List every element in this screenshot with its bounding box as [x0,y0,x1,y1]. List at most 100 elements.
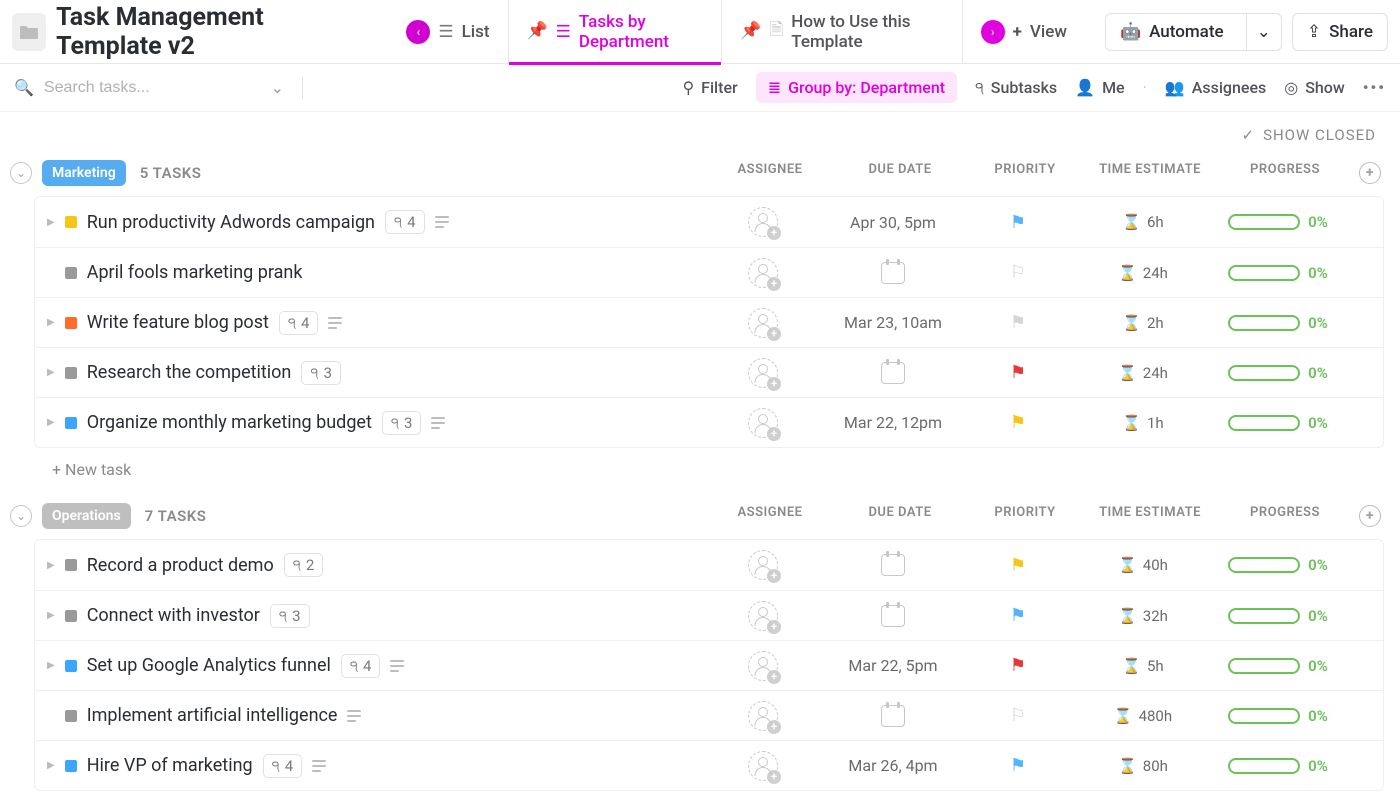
priority-cell[interactable]: ⚑ [963,362,1073,383]
due-date-cell[interactable] [823,362,963,384]
description-icon[interactable] [431,417,445,429]
page-title[interactable]: Task Management Template v2 [56,3,372,61]
time-estimate-cell[interactable]: ⌛6h [1073,213,1213,231]
priority-cell[interactable]: ⚑ [963,212,1073,233]
me-button[interactable]: 👤 Me [1075,78,1124,97]
time-estimate-cell[interactable]: ⌛24h [1073,264,1213,282]
progress-cell[interactable]: 0% [1213,757,1343,775]
progress-cell[interactable]: 0% [1213,707,1343,725]
status-square[interactable] [65,417,77,429]
task-row[interactable]: ▶ Research the competition ੧ 3 + ⚑ ⌛24h … [35,347,1383,397]
due-date-cell[interactable]: Mar 26, 4pm [823,756,963,775]
nav-next-icon[interactable]: › [981,20,1005,44]
task-row[interactable]: ▶ Write feature blog post ੧ 4 + Mar 23, … [35,297,1383,347]
priority-cell[interactable]: ⚐ [963,262,1073,283]
progress-cell[interactable]: 0% [1213,556,1343,574]
priority-cell[interactable]: ⚑ [963,555,1073,576]
status-square[interactable] [65,760,77,772]
col-time-estimate[interactable]: TIME ESTIMATE [1080,162,1220,184]
task-name[interactable]: Hire VP of marketing [87,755,253,776]
task-row[interactable]: ▶ Connect with investor ੧ 3 + ⚑ ⌛32h 0% [35,590,1383,640]
assignee-cell[interactable]: + [703,751,823,781]
assignees-button[interactable]: 👥 Assignees [1165,78,1266,97]
time-estimate-cell[interactable]: ⌛1h [1073,414,1213,432]
expand-icon[interactable]: ▶ [47,610,55,621]
group-chip[interactable]: Marketing [42,160,126,186]
subtask-count[interactable]: ੧ 4 [263,754,303,778]
time-estimate-cell[interactable]: ⌛2h [1073,314,1213,332]
status-square[interactable] [65,367,77,379]
subtask-count[interactable]: ੧ 4 [341,654,381,678]
task-row[interactable]: ▶ Hire VP of marketing ੧ 4 + Mar 26, 4pm… [35,740,1383,790]
task-name[interactable]: Research the competition [87,362,292,383]
time-estimate-cell[interactable]: ⌛40h [1073,556,1213,574]
assignee-cell[interactable]: + [703,408,823,438]
tab-add-view[interactable]: › + View [962,0,1085,64]
subtask-count[interactable]: ੧ 3 [270,604,310,628]
col-due-date[interactable]: DUE DATE [830,162,970,184]
automate-dropdown[interactable]: ⌄ [1246,14,1281,50]
expand-icon[interactable]: ▶ [47,660,55,671]
task-name[interactable]: April fools marketing prank [87,262,303,283]
task-name[interactable]: Write feature blog post [87,312,269,333]
show-closed-toggle[interactable]: ✓ SHOW CLOSED [1242,126,1377,144]
priority-cell[interactable]: ⚑ [963,755,1073,776]
description-icon[interactable] [328,317,342,329]
expand-icon[interactable]: ▶ [47,760,55,771]
status-square[interactable] [65,660,77,672]
col-progress[interactable]: PROGRESS [1220,162,1350,184]
task-name[interactable]: Organize monthly marketing budget [87,412,372,433]
due-date-cell[interactable] [823,605,963,627]
progress-cell[interactable]: 0% [1213,213,1343,231]
add-column[interactable]: + [1350,505,1390,527]
task-name[interactable]: Implement artificial intelligence [87,705,338,726]
assignee-cell[interactable]: + [703,258,823,288]
due-date-cell[interactable]: Mar 22, 5pm [823,656,963,675]
search-box[interactable]: 🔍 ⌄ [14,78,284,97]
tab-tasks-by-department[interactable]: 📌 ☰ Tasks by Department [508,0,722,64]
time-estimate-cell[interactable]: ⌛32h [1073,607,1213,625]
assignee-cell[interactable]: + [703,701,823,731]
tab-list[interactable]: ‹ ☰ List [388,0,507,64]
show-button[interactable]: ◎ Show [1284,78,1345,97]
status-square[interactable] [65,559,77,571]
chevron-down-icon[interactable]: ⌄ [271,78,284,97]
time-estimate-cell[interactable]: ⌛24h [1073,364,1213,382]
col-due-date[interactable]: DUE DATE [830,505,970,527]
subtask-count[interactable]: ੧ 3 [382,411,422,435]
description-icon[interactable] [312,760,326,772]
priority-cell[interactable]: ⚑ [963,412,1073,433]
filter-button[interactable]: ⚲ Filter [682,78,737,97]
assignee-cell[interactable]: + [703,308,823,338]
priority-cell[interactable]: ⚑ [963,312,1073,333]
subtask-count[interactable]: ੧ 4 [279,311,319,335]
progress-cell[interactable]: 0% [1213,607,1343,625]
task-row[interactable]: ▶ April fools marketing prank ੧ + ⚐ ⌛24h… [35,247,1383,297]
task-name[interactable]: Connect with investor [87,605,260,626]
share-button[interactable]: ⇪ Share [1292,13,1388,51]
description-icon[interactable] [390,660,404,672]
status-square[interactable] [65,216,77,228]
task-row[interactable]: ▶ Set up Google Analytics funnel ੧ 4 + M… [35,640,1383,690]
tab-how-to-use[interactable]: 📌 🗎 How to Use this Template [721,0,961,64]
time-estimate-cell[interactable]: ⌛5h [1073,657,1213,675]
task-row[interactable]: ▶ Record a product demo ੧ 2 + ⚑ ⌛40h 0% [35,540,1383,590]
priority-cell[interactable]: ⚑ [963,655,1073,676]
status-square[interactable] [65,610,77,622]
col-assignee[interactable]: ASSIGNEE [710,162,830,184]
folder-icon[interactable] [12,13,46,51]
new-task-button[interactable]: + New task [8,448,1392,479]
assignee-cell[interactable]: + [703,550,823,580]
more-menu[interactable]: ••• [1363,78,1386,97]
status-square[interactable] [65,317,77,329]
col-priority[interactable]: PRIORITY [970,162,1080,184]
expand-icon[interactable]: ▶ [47,367,55,378]
progress-cell[interactable]: 0% [1213,364,1343,382]
task-row[interactable]: ▶ Implement artificial intelligence ੧ + … [35,690,1383,740]
progress-cell[interactable]: 0% [1213,314,1343,332]
assignee-cell[interactable]: + [703,207,823,237]
group-chip[interactable]: Operations [42,503,131,529]
task-name[interactable]: Record a product demo [87,555,274,576]
progress-cell[interactable]: 0% [1213,264,1343,282]
expand-icon[interactable]: ▶ [47,317,55,328]
